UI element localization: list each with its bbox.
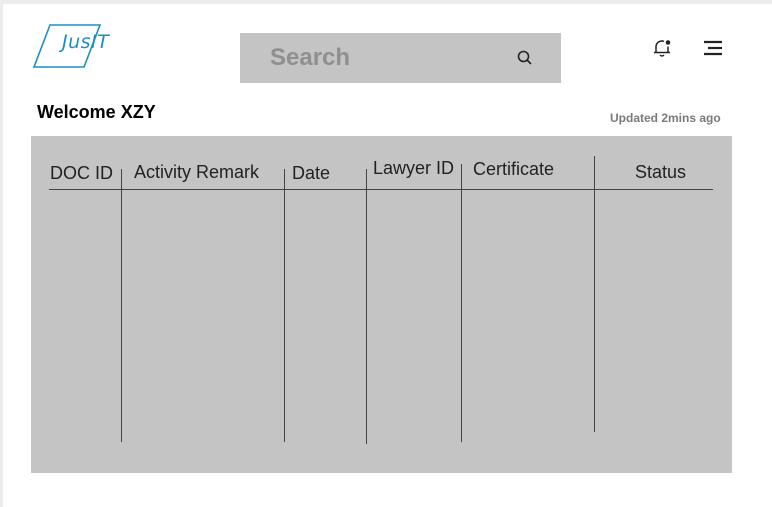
updated-timestamp: Updated 2mins ago: [610, 111, 721, 125]
column-divider: [284, 169, 285, 442]
search-bar[interactable]: Search: [240, 33, 561, 83]
menu-icon[interactable]: [702, 38, 724, 58]
column-divider: [594, 156, 595, 432]
bell-icon[interactable]: [651, 37, 673, 59]
app-logo[interactable]: JusIT: [32, 21, 109, 73]
welcome-heading: Welcome XZY: [37, 102, 156, 122]
column-header-doc-id[interactable]: DOC ID: [50, 163, 113, 184]
activity-table: DOC ID Activity Remark Date Lawyer ID Ce…: [31, 136, 732, 473]
column-header-date[interactable]: Date: [292, 163, 330, 184]
search-input[interactable]: Search: [270, 44, 350, 72]
column-header-lawyer-id[interactable]: Lawyer ID: [373, 158, 454, 179]
page: JusIT Search Welcome XZY Updated 2mins a…: [3, 4, 772, 507]
column-header-activity-remark[interactable]: Activity Remark: [134, 162, 259, 183]
column-divider: [461, 164, 462, 442]
search-icon[interactable]: [516, 49, 534, 67]
column-header-status[interactable]: Status: [635, 162, 686, 183]
header-divider: [49, 189, 713, 190]
column-divider: [366, 169, 367, 444]
column-header-certificate[interactable]: Certificate: [473, 159, 554, 180]
column-divider: [121, 169, 122, 442]
logo-text: JusIT: [62, 31, 110, 53]
